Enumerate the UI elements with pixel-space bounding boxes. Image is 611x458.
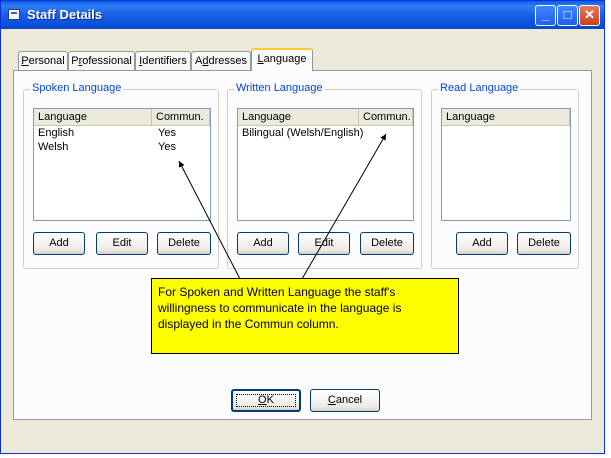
- annotation-arrows: [178, 133, 387, 280]
- annotation-note: For Spoken and Written Language the staf…: [151, 278, 459, 354]
- arrow-to-spoken-commun: [178, 160, 241, 280]
- arrow-to-written-commun: [301, 133, 387, 280]
